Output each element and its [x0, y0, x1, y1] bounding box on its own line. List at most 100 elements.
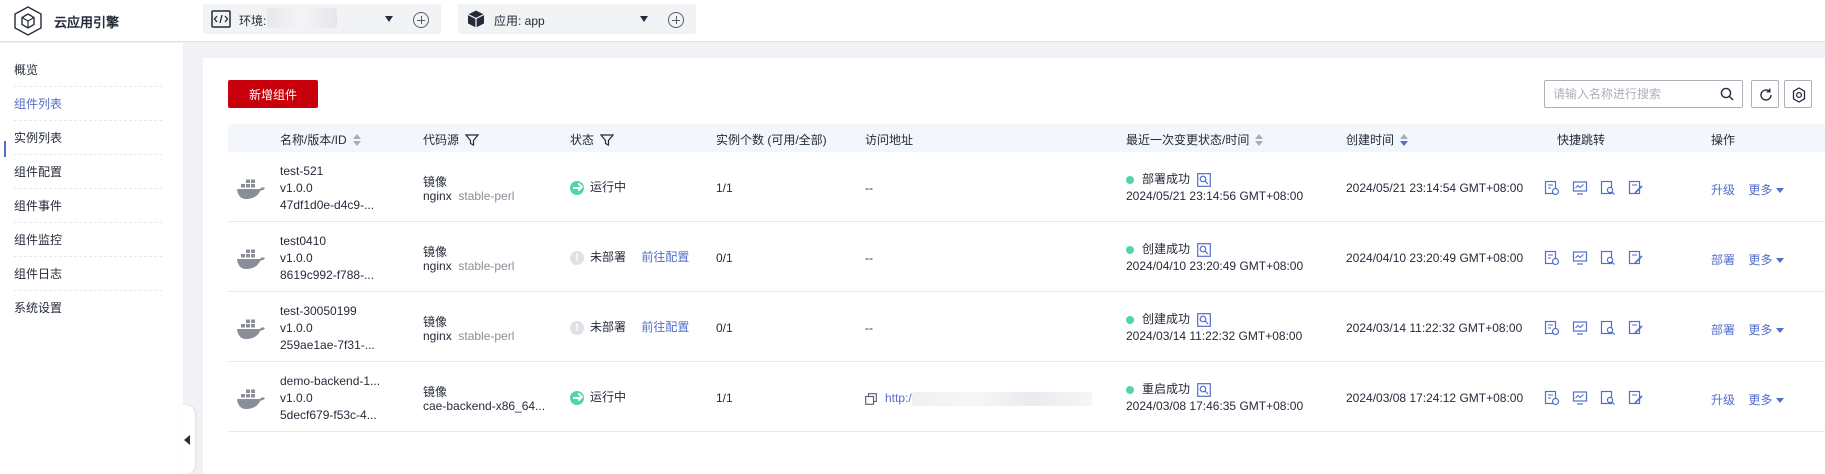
column-created[interactable]: 创建时间 [1346, 131, 1409, 148]
status-text: 运行中 [590, 390, 627, 404]
log-search-icon[interactable] [1600, 390, 1616, 406]
filter-icon[interactable] [465, 133, 480, 146]
operations-cell: 部署 更多 [1711, 321, 1785, 338]
more-actions-dropdown[interactable]: 更多 [1748, 323, 1785, 337]
docker-icon [237, 389, 265, 409]
add-application-icon[interactable] [668, 12, 684, 28]
chevron-down-icon[interactable] [385, 16, 393, 22]
column-quick-jump: 快捷跳转 [1557, 133, 1606, 147]
created-time: 2024/05/21 23:14:54 GMT+08:00 [1346, 181, 1524, 195]
status-cell: 运行中 [570, 388, 638, 405]
change-status: 部署成功 [1126, 170, 1212, 187]
sidebar-item-components[interactable]: 组件列表 [14, 87, 162, 121]
edit-config-icon[interactable] [1628, 250, 1644, 266]
column-instances: 实例个数 (可用/全部) [716, 133, 827, 147]
cloud-engine-logo-icon [14, 6, 42, 36]
component-name[interactable]: test-30050199 [280, 304, 357, 318]
deploy-record-icon[interactable] [1544, 250, 1560, 266]
component-name[interactable]: test-521 [280, 164, 323, 178]
sidebar-item-component-config[interactable]: 组件配置 [14, 155, 162, 189]
view-details-icon[interactable] [1197, 382, 1212, 397]
primary-action-link[interactable]: 部署 [1711, 253, 1735, 267]
application-selector[interactable]: 应用: app [458, 4, 696, 34]
table-header: 名称/版本/ID 代码源 状态 实例个数 (可用/全部) 访问地址 最近一次变更… [228, 124, 1825, 152]
edit-config-icon[interactable] [1628, 320, 1644, 336]
source-image: nginx stable-perl [423, 189, 515, 203]
settings-button[interactable] [1784, 80, 1812, 108]
monitor-icon[interactable] [1572, 390, 1588, 406]
view-details-icon[interactable] [1197, 242, 1212, 257]
chevron-down-icon [1776, 328, 1785, 334]
add-component-button[interactable]: 新增组件 [228, 80, 318, 108]
log-search-icon[interactable] [1600, 320, 1616, 336]
created-time: 2024/04/10 23:20:49 GMT+08:00 [1346, 251, 1524, 265]
deploy-record-icon[interactable] [1544, 320, 1560, 336]
edit-config-icon[interactable] [1628, 390, 1644, 406]
sidebar-item-overview[interactable]: 概览 [14, 53, 162, 87]
refresh-button[interactable] [1751, 80, 1779, 108]
column-source[interactable]: 代码源 [423, 131, 480, 148]
gear-icon [1792, 87, 1806, 103]
monitor-icon[interactable] [1572, 250, 1588, 266]
access-url-link[interactable]: http:/ [885, 391, 912, 405]
sidebar-item-component-logs[interactable]: 组件日志 [14, 257, 162, 291]
sort-icon[interactable] [352, 133, 361, 146]
top-bar: 云应用引擎 环境: 应用: app [0, 0, 1825, 42]
environment-selector[interactable]: 环境: [203, 4, 441, 34]
component-id: 8619c992-f788-... [280, 268, 375, 282]
view-details-icon[interactable] [1197, 312, 1212, 327]
sidebar-collapse-button[interactable] [179, 405, 195, 474]
operations-cell: 升级 更多 [1711, 181, 1785, 198]
sidebar-item-instances[interactable]: 实例列表 [14, 121, 162, 155]
primary-action-link[interactable]: 部署 [1711, 323, 1735, 337]
primary-action-link[interactable]: 升级 [1711, 393, 1735, 407]
column-name[interactable]: 名称/版本/ID [280, 131, 361, 148]
search-icon[interactable] [1720, 87, 1734, 101]
copy-icon[interactable] [865, 392, 877, 405]
instance-count: 0/1 [716, 251, 733, 265]
component-version: v1.0.0 [280, 251, 313, 265]
component-name[interactable]: demo-backend-1... [280, 374, 380, 388]
sidebar: 概览 组件列表 实例列表 组件配置 组件事件 组件监控 组件日志 系统设置 [0, 43, 183, 474]
quick-jump-icons [1544, 320, 1644, 336]
application-label: 应用: app [494, 14, 545, 28]
filter-icon[interactable] [600, 133, 615, 146]
component-name[interactable]: test0410 [280, 234, 326, 248]
deploy-record-icon[interactable] [1544, 180, 1560, 196]
view-details-icon[interactable] [1197, 172, 1212, 187]
quick-jump-icons [1544, 180, 1644, 196]
change-time: 2024/05/21 23:14:56 GMT+08:00 [1126, 189, 1304, 203]
sort-desc-icon[interactable] [1400, 133, 1409, 146]
go-config-link[interactable]: 前往配置 [641, 320, 689, 334]
sidebar-item-component-events[interactable]: 组件事件 [14, 189, 162, 223]
deploy-record-icon[interactable] [1544, 390, 1560, 406]
status-dot [1126, 315, 1134, 324]
monitor-icon[interactable] [1572, 320, 1588, 336]
edit-config-icon[interactable] [1628, 180, 1644, 196]
column-status[interactable]: 状态 [570, 131, 615, 148]
source-image: nginx stable-perl [423, 329, 515, 343]
status-text: 未部署 [590, 250, 627, 264]
monitor-icon[interactable] [1572, 180, 1588, 196]
main-panel: 新增组件 名称/版本/ID 代码源 状态 实例个 [203, 58, 1825, 474]
go-config-link[interactable]: 前往配置 [641, 250, 689, 264]
sidebar-item-component-monitoring[interactable]: 组件监控 [14, 223, 162, 257]
quick-jump-icons [1544, 250, 1644, 266]
chevron-down-icon[interactable] [640, 16, 648, 22]
status-cell: 未部署 前往配置 [570, 318, 689, 335]
log-search-icon[interactable] [1600, 180, 1616, 196]
column-last-change[interactable]: 最近一次变更状态/时间 [1126, 131, 1264, 148]
search-input[interactable] [1553, 86, 1713, 102]
add-environment-icon[interactable] [413, 12, 429, 28]
source-image: cae-backend-x86_64... [423, 399, 546, 413]
sort-icon[interactable] [1255, 133, 1264, 146]
more-actions-dropdown[interactable]: 更多 [1748, 253, 1785, 267]
more-actions-dropdown[interactable]: 更多 [1748, 393, 1785, 407]
more-actions-dropdown[interactable]: 更多 [1748, 183, 1785, 197]
primary-action-link[interactable]: 升级 [1711, 183, 1735, 197]
status-icon [570, 250, 584, 265]
sidebar-item-system-settings[interactable]: 系统设置 [14, 291, 162, 325]
log-search-icon[interactable] [1600, 250, 1616, 266]
component-version: v1.0.0 [280, 391, 313, 405]
search-box [1544, 80, 1743, 108]
